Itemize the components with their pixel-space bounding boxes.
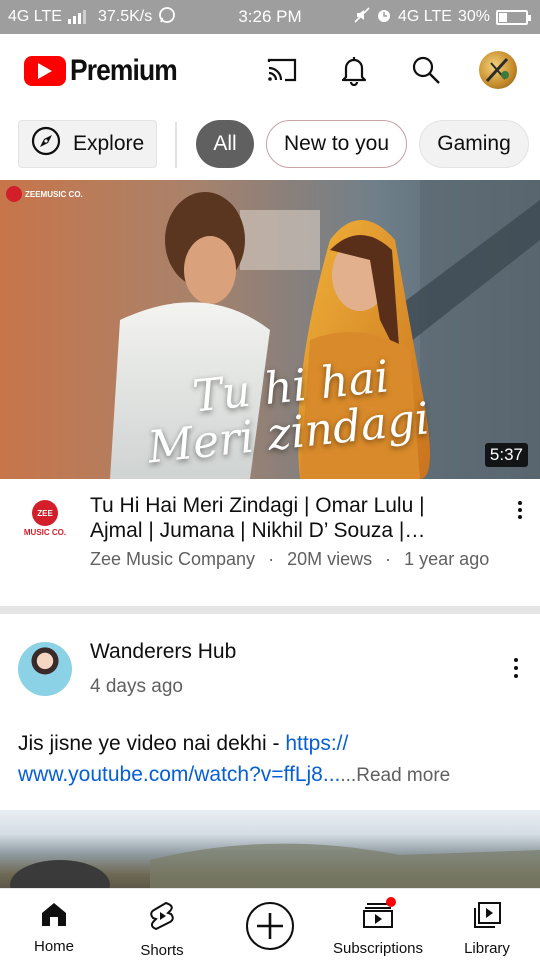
top-app-bar: Premium bbox=[0, 34, 540, 106]
post-text: Jis jisne ye video nai dekhi - bbox=[18, 732, 286, 755]
shorts-icon bbox=[148, 901, 176, 936]
post-time: 4 days ago bbox=[90, 676, 183, 697]
create-plus-icon bbox=[245, 901, 295, 956]
nav-subscriptions[interactable]: Subscriptions bbox=[330, 889, 426, 960]
compass-icon bbox=[31, 126, 61, 162]
video-more-icon[interactable] bbox=[508, 498, 532, 522]
subscriptions-icon bbox=[362, 897, 396, 934]
battery-percent: 30% bbox=[457, 8, 490, 25]
read-more-link[interactable]: Read more bbox=[356, 765, 450, 786]
channel-name[interactable]: Zee Music Company bbox=[90, 549, 255, 569]
search-icon[interactable] bbox=[408, 52, 444, 88]
video-details: ZEE MUSIC CO. Tu Hi Hai Meri Zindagi | O… bbox=[0, 480, 540, 606]
account-avatar[interactable] bbox=[479, 51, 517, 89]
network-speed: 37.5K/s bbox=[97, 8, 153, 25]
whatsapp-icon bbox=[158, 6, 176, 29]
post-more-icon[interactable] bbox=[504, 656, 528, 680]
battery-icon bbox=[496, 9, 531, 25]
chip-divider bbox=[175, 122, 177, 168]
explore-label: Explore bbox=[73, 132, 145, 155]
mute-icon bbox=[354, 6, 370, 28]
explore-chip[interactable]: Explore bbox=[18, 120, 157, 168]
network-type: 4G LTE bbox=[8, 8, 62, 25]
nav-create[interactable] bbox=[240, 889, 300, 960]
signal-icon bbox=[67, 10, 86, 24]
youtube-play-logo-icon bbox=[24, 56, 66, 86]
feed-separator bbox=[0, 606, 540, 614]
chip-new-to-you[interactable]: New to you bbox=[266, 120, 407, 168]
filter-chips: Explore All New to you Gaming bbox=[0, 118, 540, 170]
status-bar: 4G LTE 37.5K/s 3:26 PM 4G LTE 30% bbox=[0, 0, 540, 34]
home-icon bbox=[40, 901, 68, 932]
nav-shorts[interactable]: Shorts bbox=[126, 889, 198, 960]
subscriptions-notification-dot bbox=[386, 897, 396, 907]
alarm-icon bbox=[376, 7, 392, 28]
video-thumbnail[interactable]: ZEEMUSIC CO. Tu hi hai Meri zindagi 5:37 bbox=[0, 180, 540, 479]
view-count: 20M views bbox=[287, 549, 373, 569]
youtube-premium-logo[interactable]: Premium bbox=[24, 54, 191, 88]
next-video-thumbnail[interactable] bbox=[0, 810, 540, 890]
bell-icon[interactable] bbox=[336, 52, 372, 88]
cast-icon[interactable] bbox=[264, 52, 300, 88]
network-type-right: 4G LTE bbox=[398, 8, 452, 25]
library-icon bbox=[472, 901, 502, 934]
zee-music-watermark: ZEEMUSIC CO. bbox=[6, 186, 83, 202]
chip-all[interactable]: All bbox=[196, 120, 254, 168]
bottom-navigation: Home Shorts Subscriptions Library bbox=[0, 888, 540, 960]
status-right: 4G LTE 30% bbox=[354, 0, 531, 34]
status-left: 4G LTE 37.5K/s bbox=[8, 0, 176, 34]
nav-home[interactable]: Home bbox=[22, 889, 86, 960]
zee-logo-icon: ZEE bbox=[32, 500, 58, 526]
post-body: Jis jisne ye video nai dekhi - https://w… bbox=[18, 732, 451, 786]
channel-avatar[interactable]: ZEE MUSIC CO. bbox=[20, 500, 70, 550]
upload-age: 1 year ago bbox=[404, 549, 490, 569]
nav-library[interactable]: Library bbox=[456, 889, 518, 960]
chip-gaming[interactable]: Gaming bbox=[419, 120, 529, 168]
video-metadata: Zee Music Company · 20M views · 1 year a… bbox=[90, 549, 490, 569]
logo-text: Premium bbox=[70, 54, 178, 87]
video-duration: 5:37 bbox=[484, 443, 528, 467]
video-title[interactable]: Tu Hi Hai Meri Zindagi | Omar Lulu | Ajm… bbox=[90, 493, 470, 543]
post-author-avatar[interactable] bbox=[18, 642, 72, 696]
channel-logo-subtext: MUSIC CO. bbox=[23, 528, 67, 537]
community-post: Wanderers Hub 4 days ago Jis jisne ye vi… bbox=[0, 614, 540, 808]
post-author-name[interactable]: Wanderers Hub bbox=[90, 640, 236, 664]
